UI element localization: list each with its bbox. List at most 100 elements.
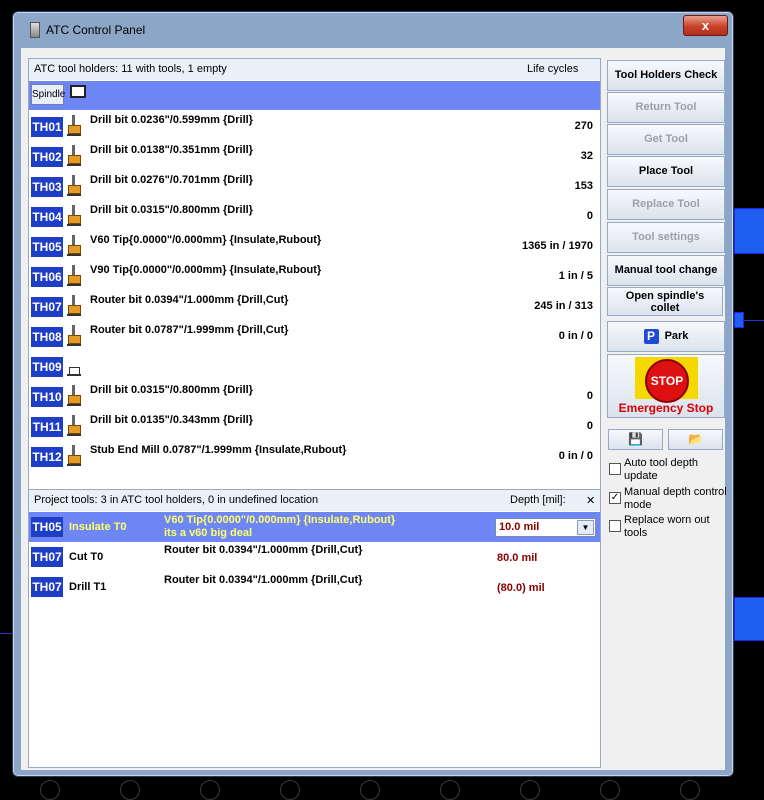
tool-in-holder-icon [67,115,81,137]
get-tool-button[interactable]: Get Tool [607,124,725,155]
park-button[interactable]: P Park [607,321,725,352]
life-cycles-value: 32 [580,150,593,162]
open-collet-line2: collet [650,302,680,314]
depth-value: 80.0 mil [497,552,538,564]
save-icon[interactable]: 💾 [608,429,663,450]
stop-sign-icon: STOP [645,359,689,403]
tool-holder-row[interactable]: TH09 [29,351,600,381]
tool-in-holder-icon [67,205,81,227]
emergency-stop-button[interactable]: STOP Emergency Stop [607,354,725,418]
auto-depth-label: Auto tool depth update [624,457,699,482]
holder-badge: TH09 [31,357,63,377]
tool-description: Drill bit 0.0135"/0.343mm {Drill} [90,414,253,426]
tool-in-holder-icon [67,445,81,467]
life-cycles-value: 1365 in / 1970 [522,240,593,252]
life-cycles-value: 245 in / 313 [534,300,593,312]
open-spindle-collet-button[interactable]: Open spindle's collet [607,287,723,316]
tool-holder-row[interactable]: TH02 Drill bit 0.0138"/0.351mm {Drill} 32 [29,141,600,171]
manual-depth-checkbox[interactable]: ✓ [609,492,621,504]
empty-holder-icon [67,355,81,377]
life-cycles-value: 0 [586,210,593,222]
tool-in-holder-icon [67,175,81,197]
tool-in-holder-icon [67,295,81,317]
tool-description: V60 Tip{0.0000"/0.000mm} {Insulate,Rubou… [90,234,322,246]
project-header: Project tools: 3 in ATC tool holders, 0 … [29,490,600,511]
tool-holder-row[interactable]: TH03 Drill bit 0.0276"/0.701mm {Drill} 153 [29,171,600,201]
tool-holder-row[interactable]: TH10 Drill bit 0.0315"/0.800mm {Drill} 0 [29,381,600,411]
open-collet-line1: Open spindle's [625,290,705,302]
spindle-row[interactable]: Spindle [29,81,600,110]
life-cycles-header: Life cycles [527,63,579,75]
tool-holder-row[interactable]: TH08 Router bit 0.0787"/1.999mm {Drill,Cu… [29,321,600,351]
holder-badge: TH01 [31,117,63,137]
project-tool-row[interactable]: TH05 Insulate T0 V60 Tip{0.0000"/0.000mm} … [29,512,600,542]
title-bar[interactable]: ATC Control Panel x [13,12,733,42]
life-cycles-value: 1 in / 5 [558,270,593,282]
open-folder-icon[interactable]: 📂 [668,429,723,450]
tool-description: V90 Tip{0.0000"/0.000mm} {Insulate,Rubou… [90,264,322,276]
depth-select[interactable]: 10.0 mil ▼ [495,518,596,537]
return-tool-button[interactable]: Return Tool [607,92,725,123]
bg-trace [0,633,12,634]
replace-worn-checkbox[interactable] [609,520,621,532]
tool-in-holder-icon [67,385,81,407]
manual-tool-change-button[interactable]: Manual tool change [607,255,725,286]
project-tool-row[interactable]: TH07 Cut T0 Router bit 0.0394"/1.000mm {Dr… [29,542,600,572]
bg-via [280,780,300,800]
bg-via [200,780,220,800]
park-label: Park [664,330,689,342]
bg-via [360,780,380,800]
tool-holder-row[interactable]: TH07 Router bit 0.0394"/1.000mm {Drill,Cu… [29,291,600,321]
life-cycles-value: 0 [586,420,593,432]
window-close-button[interactable]: x [683,15,728,36]
chevron-down-icon[interactable]: ▼ [577,520,594,535]
holder-badge: TH03 [31,177,63,197]
holder-badge: TH02 [31,147,63,167]
holder-badge: TH08 [31,327,63,347]
auto-depth-checkbox[interactable] [609,463,621,475]
atc-control-panel-window: ATC Control Panel x ATC tool holders: 11… [12,11,734,777]
tool-in-holder-icon [67,145,81,167]
tool-holder-row[interactable]: TH12 Stub End Mill 0.0787"/1.999mm {Insul… [29,441,600,471]
bg-pad [734,597,764,641]
park-icon: P [643,328,659,344]
tool-in-holder-icon [67,415,81,437]
tool-in-holder-icon [67,325,81,347]
tool-description: Drill bit 0.0315"/0.800mm {Drill} [90,204,253,216]
spindle-empty-icon [70,85,86,98]
tool-settings-button[interactable]: Tool settings [607,222,725,253]
project-tool-description: V60 Tip{0.0000"/0.000mm} {Insulate,Rubou… [164,514,396,526]
project-close-icon[interactable]: ✕ [586,494,595,507]
holder-badge: TH07 [31,547,63,567]
depth-header: Depth [mil]: [510,494,566,506]
tool-holder-row[interactable]: TH06 V90 Tip{0.0000"/0.000mm} {Insulate,R… [29,261,600,291]
tool-holder-row[interactable]: TH05 V60 Tip{0.0000"/0.000mm} {Insulate,R… [29,231,600,261]
project-tool-row[interactable]: TH07 Drill T1 Router bit 0.0394"/1.000mm {… [29,572,600,602]
replace-tool-button[interactable]: Replace Tool [607,189,725,220]
tool-description: Drill bit 0.0276"/0.701mm {Drill} [90,174,253,186]
app-icon [30,22,40,38]
tool-holders-check-button[interactable]: Tool Holders Check [607,60,725,91]
bg-via [40,780,60,800]
tool-holder-row[interactable]: TH11 Drill bit 0.0135"/0.343mm {Drill} 0 [29,411,600,441]
spindle-button[interactable]: Spindle [31,84,65,105]
manual-depth-label: Manual depth control mode [624,486,727,511]
holder-badge: TH11 [31,417,63,437]
project-tool-name: Insulate T0 [69,521,127,533]
life-cycles-value: 0 [586,390,593,402]
depth-value: (80.0) mil [497,582,545,594]
replace-worn-label: Replace worn out tools [624,514,710,539]
tool-description: Stub End Mill 0.0787"/1.999mm {Insulate,… [90,444,347,456]
tool-holder-row[interactable]: TH04 Drill bit 0.0315"/0.800mm {Drill} 0 [29,201,600,231]
tools-panel: ATC tool holders: 11 with tools, 1 empty… [28,58,601,768]
bg-via [680,780,700,800]
place-tool-button[interactable]: Place Tool [607,156,725,187]
life-cycles-value: 0 in / 0 [558,450,593,462]
tool-in-holder-icon [67,265,81,287]
holder-badge: TH12 [31,447,63,467]
bg-via [120,780,140,800]
holder-badge: TH07 [31,577,63,597]
holder-badge: TH06 [31,267,63,287]
project-tool-name: Drill T1 [69,581,107,593]
tool-holder-row[interactable]: TH01 Drill bit 0.0236"/0.599mm {Drill} 270 [29,111,600,141]
